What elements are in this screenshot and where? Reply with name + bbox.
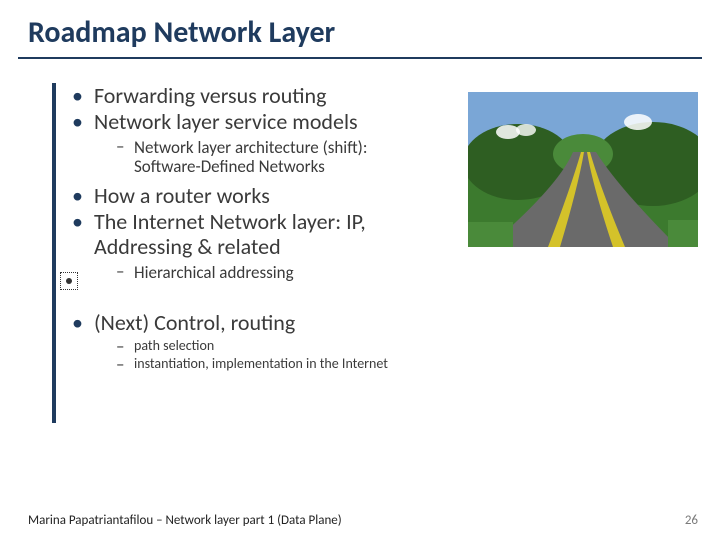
- road-photo: [468, 92, 698, 247]
- sub-bullet-item: Hierarchical addressing: [116, 263, 432, 283]
- bullet-text: instantiation, implementation in the Int…: [134, 355, 388, 372]
- bullet-text: Forwarding versus routing: [94, 82, 326, 109]
- bullet-text: Network layer architecture (shift): Soft…: [134, 137, 367, 178]
- bullet-item: The Internet Network layer: IP, Addressi…: [72, 209, 432, 282]
- vertical-accent-bar: [52, 83, 56, 423]
- sub-bullet-item: path selection: [116, 338, 720, 355]
- bullet-text: path selection: [134, 337, 214, 354]
- sub-bullet-list: Hierarchical addressing: [116, 263, 432, 283]
- bullet-text: (Next) Control, routing: [94, 309, 295, 336]
- bullet-item: (Next) Control, routing path selection i…: [72, 310, 720, 373]
- slide-title: Roadmap Network Layer: [0, 0, 720, 57]
- bullet-text: Hierarchical addressing: [134, 262, 294, 283]
- sub-bullet-item: Network layer architecture (shift): Soft…: [116, 138, 436, 177]
- page-number: 26: [685, 513, 698, 528]
- bullet-text: Network layer service models: [94, 108, 358, 135]
- sub-bullet-item: instantiation, implementation in the Int…: [116, 356, 720, 373]
- bullet-text: How a router works: [94, 182, 270, 209]
- current-topic-marker-icon: [60, 272, 78, 290]
- bullet-text: The Internet Network layer: IP, Addressi…: [94, 208, 366, 260]
- bullet-list: (Next) Control, routing path selection i…: [72, 310, 720, 373]
- footer-text: Marina Papatriantafilou – Network layer …: [28, 513, 342, 528]
- sub-bullet-list: path selection instantiation, implementa…: [116, 338, 720, 373]
